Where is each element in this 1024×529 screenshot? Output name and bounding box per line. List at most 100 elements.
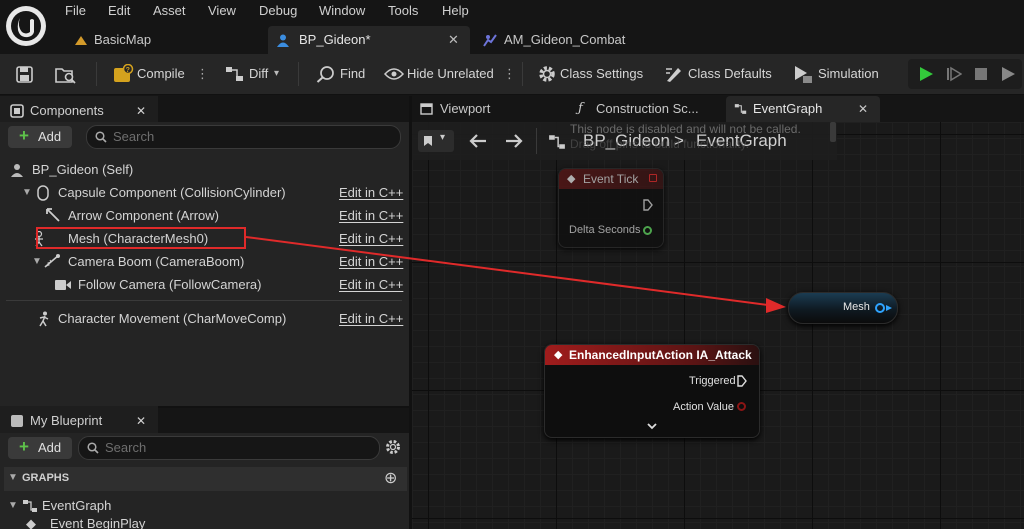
eject-icon[interactable] (1000, 66, 1016, 82)
graphs-section-header[interactable]: ▼ GRAPHS ⊕ (4, 467, 407, 491)
tree-item-label: EventGraph (42, 498, 112, 513)
add-component-button[interactable]: + Add (8, 126, 72, 148)
node-title: EnhancedInputAction IA_Attack (569, 348, 752, 362)
tab-basicmap[interactable]: BasicMap (70, 26, 260, 54)
event-tick-node[interactable]: ◆ Event Tick Delta Seconds (558, 168, 664, 248)
tree-item-character-movement[interactable]: Character Movement (CharMoveComp) Edit i… (36, 307, 403, 330)
menu-window[interactable]: Window (319, 3, 365, 18)
comment-resize-handle[interactable] (830, 122, 836, 142)
components-panel: + Add Search BP_Gideon (Self) ▼ Capsule … (0, 122, 409, 406)
simulation-label: Simulation (818, 66, 879, 81)
menu-tools[interactable]: Tools (388, 3, 418, 18)
hide-unrelated-options-icon[interactable]: ⋮ (503, 54, 516, 94)
menu-file[interactable]: File (65, 3, 86, 18)
bookmark-button[interactable]: ▾ (418, 130, 454, 152)
tab-viewport[interactable]: Viewport (416, 96, 566, 122)
search-placeholder: Search (113, 129, 155, 144)
viewport-icon (420, 103, 433, 115)
edit-in-cpp-link[interactable]: Edit in C++ (339, 250, 403, 273)
hide-unrelated-icon (384, 68, 404, 80)
simulation-icon (795, 66, 812, 83)
toolbar: ? Compile ⋮ Diff ▾ Find Hide Unrelated ⋮… (0, 54, 1024, 95)
tree-item-arrow[interactable]: Arrow Component (Arrow) Edit in C++ (44, 204, 403, 227)
node-header: ◆ Event Tick (559, 169, 663, 189)
menu-asset[interactable]: Asset (153, 3, 186, 18)
exec-pin-icon[interactable] (737, 375, 747, 387)
tree-item-label: Arrow Component (Arrow) (68, 208, 219, 223)
hide-unrelated-button[interactable]: Hide Unrelated ⋮ (382, 54, 516, 94)
diff-button[interactable]: Diff ▾ (222, 54, 288, 94)
node-title: Event Tick (583, 172, 639, 186)
stop-icon[interactable] (974, 67, 988, 81)
add-member-button[interactable]: + Add (8, 437, 72, 459)
toolbar-divider (522, 62, 523, 86)
tab-label: EventGraph (753, 101, 823, 116)
close-tab-icon[interactable]: ✕ (448, 26, 459, 54)
tree-item-camera-boom[interactable]: ▼ Camera Boom (CameraBoom) Edit in C++ (32, 250, 403, 273)
menu-help[interactable]: Help (442, 3, 469, 18)
exec-pin-icon[interactable] (643, 199, 653, 211)
edit-in-cpp-link[interactable]: Edit in C++ (339, 204, 403, 227)
find-button[interactable]: Find (314, 54, 370, 94)
float-pin-icon[interactable] (643, 226, 652, 235)
compile-button[interactable]: ? Compile ⋮ (110, 54, 209, 94)
title-bar: File Edit Asset View Debug Window Tools … (0, 0, 1024, 54)
event-graph-icon (23, 500, 37, 512)
class-settings-button[interactable]: Class Settings (536, 54, 646, 94)
edit-in-cpp-link[interactable]: Edit in C++ (339, 273, 403, 296)
menu-debug[interactable]: Debug (259, 3, 297, 18)
bool-pin-icon[interactable] (737, 402, 746, 411)
object-pin-icon[interactable] (875, 303, 885, 313)
tree-item-event-graph[interactable]: ▼ EventGraph (8, 494, 388, 517)
components-search-input[interactable]: Search (86, 125, 401, 149)
expand-arrow-icon[interactable]: ▼ (8, 494, 18, 517)
forward-arrow-icon[interactable] (504, 133, 524, 149)
class-defaults-button[interactable]: Class Defaults (662, 54, 774, 94)
plus-icon: + (19, 437, 29, 456)
edit-in-cpp-link[interactable]: Edit in C++ (339, 181, 403, 204)
close-panel-icon[interactable]: ✕ (136, 406, 146, 436)
simulation-button[interactable]: Simulation (792, 54, 884, 94)
event-graph-canvas[interactable]: ▾ BP_Gideon > EventGraph This node is di… (412, 122, 1024, 529)
function-icon: ƒ (578, 101, 583, 116)
tree-item-self[interactable]: BP_Gideon (Self) (10, 158, 400, 181)
edit-in-cpp-link[interactable]: Edit in C++ (339, 307, 403, 330)
edit-in-cpp-link[interactable]: Edit in C++ (339, 227, 403, 250)
tab-label: AM_Gideon_Combat (504, 32, 626, 47)
tab-event-graph[interactable]: EventGraph ✕ (726, 96, 880, 122)
tab-construction-script[interactable]: ƒ Construction Sc... (574, 96, 722, 122)
compile-label: Compile (137, 66, 185, 81)
browse-icon[interactable] (55, 65, 77, 84)
search-icon (87, 442, 99, 454)
add-graph-icon[interactable]: ⊕ (384, 468, 397, 488)
compile-options-icon[interactable]: ⋮ (196, 54, 209, 94)
my-blueprint-search-input[interactable]: Search (78, 436, 380, 460)
enhanced-input-action-node[interactable]: ◆ EnhancedInputAction IA_Attack Triggere… (544, 344, 760, 438)
graphs-header-label: GRAPHS (22, 472, 70, 484)
play-icon[interactable] (918, 66, 934, 82)
tab-bp-gideon[interactable]: BP_Gideon* ✕ (268, 26, 470, 54)
expand-arrow-icon[interactable]: ▼ (32, 250, 42, 273)
gear-icon (539, 66, 555, 82)
unreal-logo-icon[interactable] (6, 6, 46, 46)
menu-edit[interactable]: Edit (108, 3, 130, 18)
mesh-variable-node[interactable]: Mesh (788, 292, 898, 324)
close-tab-icon[interactable]: ✕ (858, 96, 868, 122)
menu-view[interactable]: View (208, 3, 236, 18)
save-icon[interactable] (16, 66, 33, 83)
step-icon[interactable] (946, 66, 962, 82)
tree-item-begin-play[interactable]: ◆ Event BeginPlay (26, 517, 386, 529)
expand-arrow-icon[interactable]: ▼ (22, 181, 32, 204)
search-placeholder: Search (105, 440, 147, 455)
chevron-down-icon: ▾ (440, 132, 446, 143)
tab-am-gideon-combat[interactable]: AM_Gideon_Combat (478, 26, 658, 54)
svg-text:?: ? (126, 67, 130, 74)
tree-item-label: Follow Camera (FollowCamera) (78, 277, 262, 292)
delegate-pin-icon[interactable] (649, 174, 657, 182)
gear-icon[interactable] (385, 439, 401, 455)
tree-item-follow-camera[interactable]: Follow Camera (FollowCamera) Edit in C++ (54, 273, 403, 296)
tree-item-capsule[interactable]: ▼ Capsule Component (CollisionCylinder) … (22, 181, 403, 204)
chevron-down-icon[interactable] (647, 423, 657, 430)
back-arrow-icon[interactable] (468, 133, 488, 149)
my-blueprint-tab[interactable]: My Blueprint ✕ (0, 406, 158, 436)
